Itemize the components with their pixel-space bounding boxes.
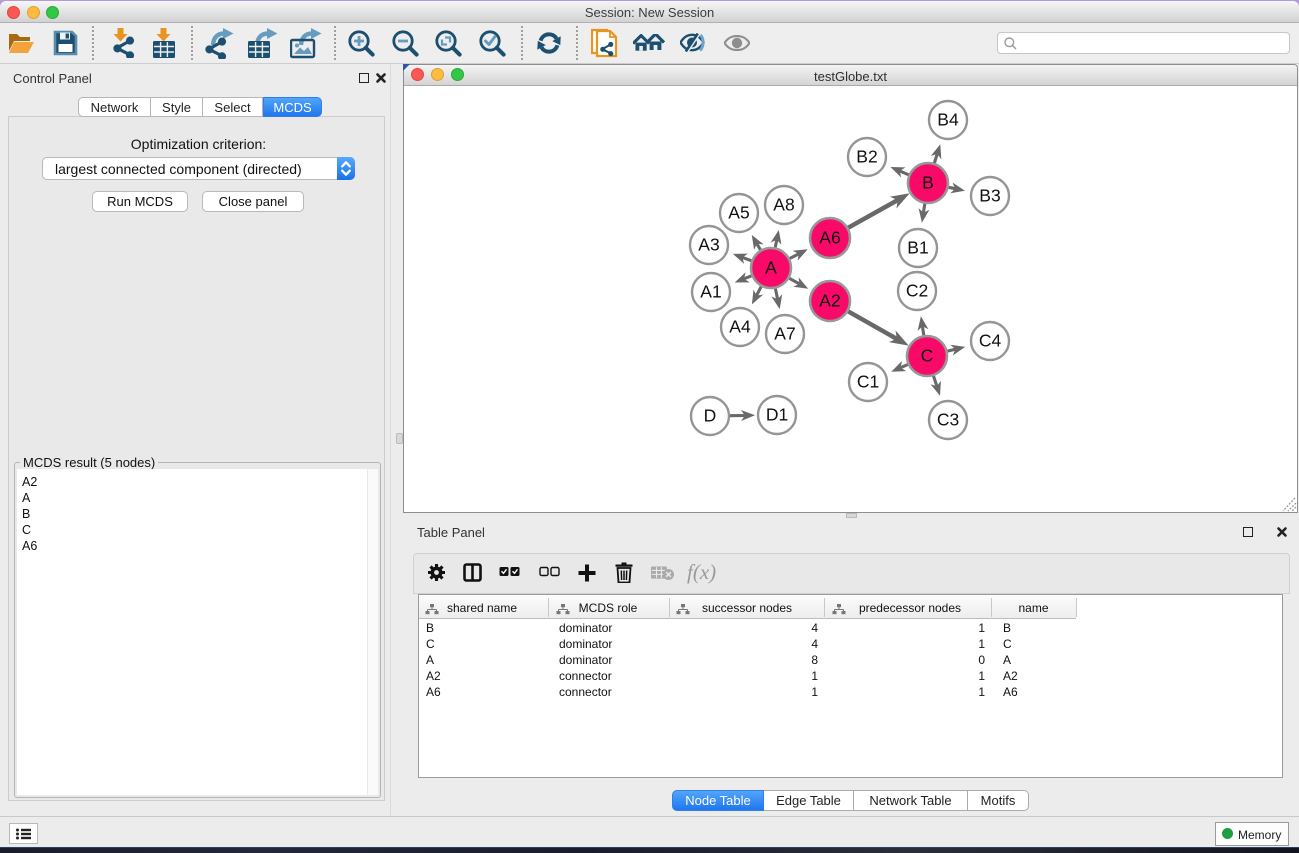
svg-text:C2: C2 <box>906 281 928 301</box>
svg-text:A6: A6 <box>819 228 840 248</box>
svg-text:B3: B3 <box>979 186 1000 206</box>
svg-text:B1: B1 <box>907 238 928 258</box>
svg-text:B: B <box>922 173 934 193</box>
svg-text:C: C <box>921 346 934 366</box>
svg-text:B2: B2 <box>856 147 877 167</box>
svg-text:C3: C3 <box>937 410 959 430</box>
svg-text:A: A <box>765 258 777 278</box>
svg-text:B4: B4 <box>937 110 959 130</box>
svg-text:C4: C4 <box>979 331 1002 351</box>
svg-text:A2: A2 <box>819 291 840 311</box>
svg-text:A1: A1 <box>700 282 721 302</box>
svg-text:C1: C1 <box>857 372 879 392</box>
svg-text:D1: D1 <box>766 405 788 425</box>
svg-text:A4: A4 <box>729 317 751 337</box>
svg-text:A3: A3 <box>698 235 719 255</box>
svg-text:A8: A8 <box>773 195 794 215</box>
svg-text:A7: A7 <box>774 324 795 344</box>
svg-text:A5: A5 <box>728 203 749 223</box>
svg-text:D: D <box>704 406 717 426</box>
